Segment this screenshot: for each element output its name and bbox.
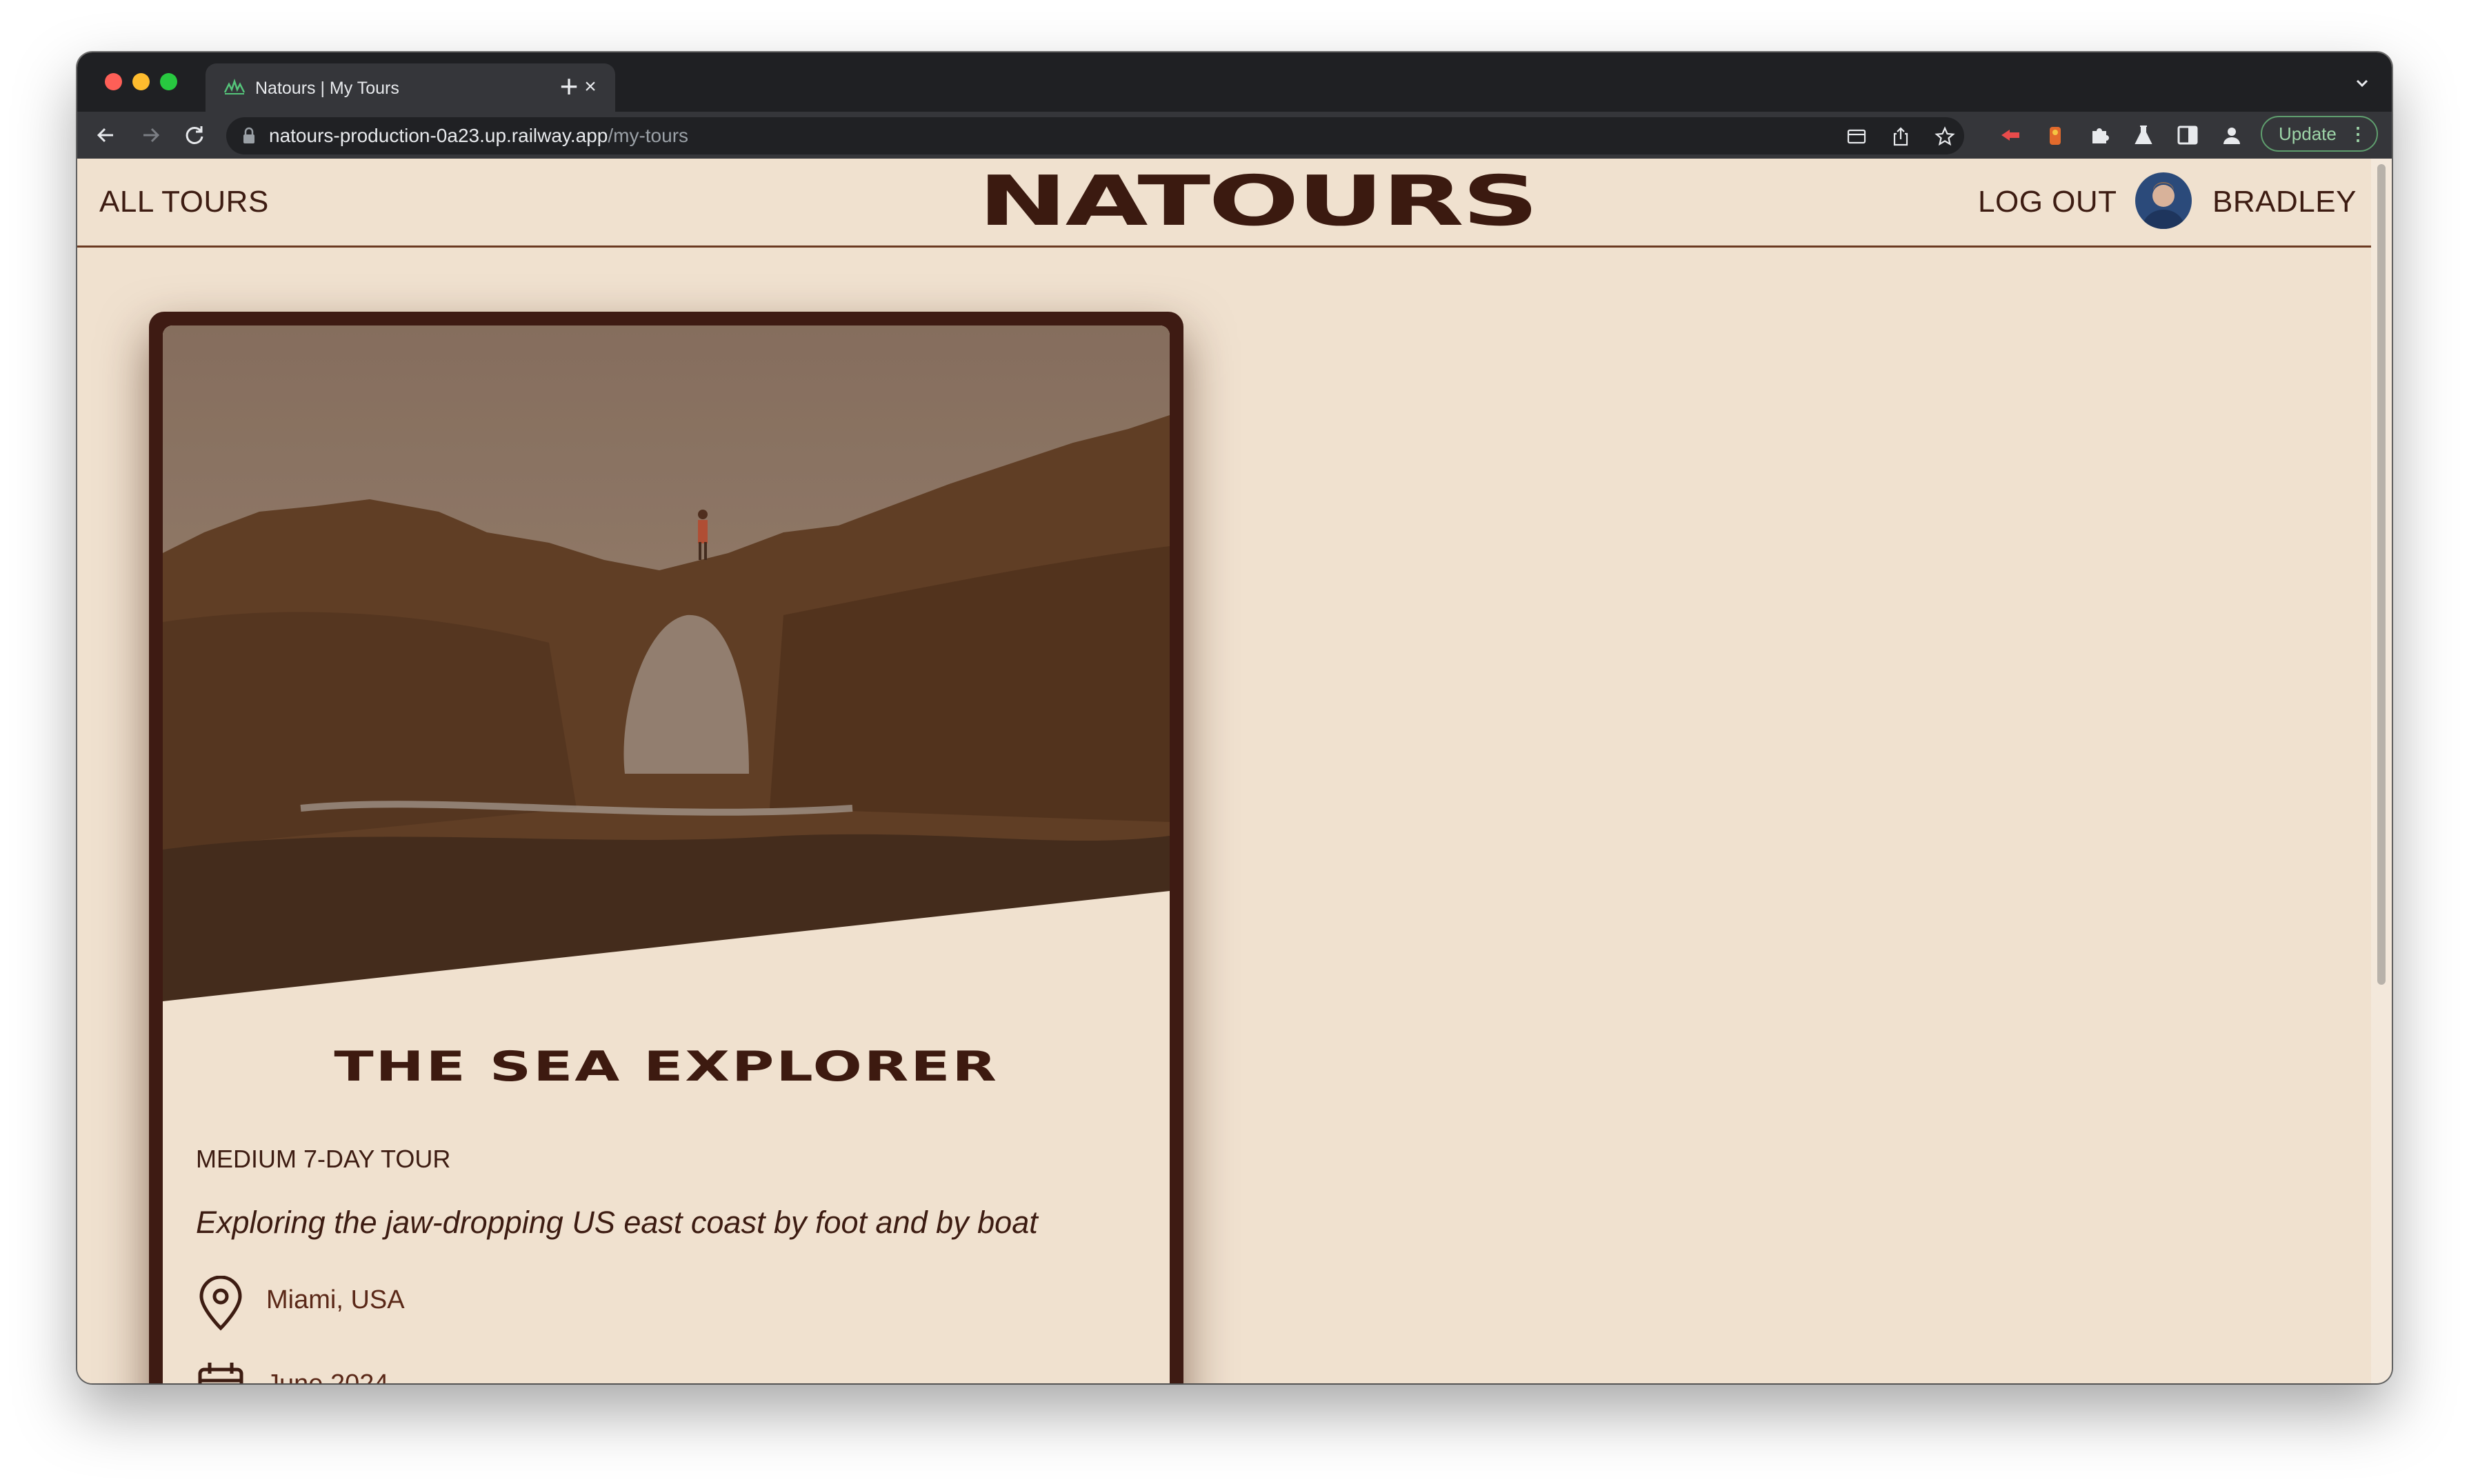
- address-bar[interactable]: natours-production-0a23.up.railway.app/m…: [226, 117, 1964, 154]
- tab-strip: Natours | My Tours × +: [77, 52, 2392, 112]
- all-tours-link[interactable]: ALL TOURS: [99, 185, 269, 219]
- tab-search-chevron-icon[interactable]: [2352, 73, 2372, 94]
- extension-red-icon[interactable]: [1999, 123, 2023, 148]
- extensions-puzzle-icon[interactable]: [2087, 123, 2112, 148]
- extension-orange-icon[interactable]: [2043, 123, 2068, 148]
- side-panel-icon[interactable]: [2175, 123, 2200, 148]
- tour-card-body: THE SEA EXPLORER MEDIUM 7-DAY TOUR Explo…: [163, 325, 1170, 1383]
- natours-logo[interactable]: NATOURS: [978, 167, 1539, 236]
- tour-date: June 2024: [266, 1370, 389, 1383]
- tab-title: Natours | My Tours: [255, 79, 399, 98]
- share-icon[interactable]: [1890, 126, 1912, 148]
- new-tab-icon[interactable]: +: [552, 69, 586, 103]
- tour-cover-image: [163, 325, 1170, 1001]
- tour-summary: Exploring the jaw-dropping US east coast…: [196, 1205, 1038, 1240]
- browser-toolbar: natours-production-0a23.up.railway.app/m…: [77, 112, 2392, 159]
- calendar-icon: [198, 1363, 243, 1383]
- site-header: ALL TOURS NATOURS LOG OUT BRADLEY: [77, 159, 2371, 248]
- tour-title: THE SEA EXPLORER: [334, 1043, 999, 1091]
- user-avatar[interactable]: [2135, 172, 2192, 229]
- page-scrollbar[interactable]: [2371, 159, 2392, 1383]
- log-out-link[interactable]: LOG OUT: [1978, 185, 2117, 219]
- profile-icon[interactable]: [2219, 123, 2244, 148]
- natours-favicon-icon: [223, 79, 246, 94]
- tour-subtitle: MEDIUM 7-DAY TOUR: [196, 1145, 451, 1173]
- bookmark-star-icon[interactable]: [1934, 126, 1956, 148]
- install-app-icon[interactable]: [1846, 126, 1868, 148]
- scrollbar-thumb[interactable]: [2377, 164, 2386, 985]
- back-arrow-icon[interactable]: [92, 121, 120, 149]
- url-text[interactable]: natours-production-0a23.up.railway.app/m…: [269, 125, 688, 147]
- page-viewport: ALL TOURS NATOURS LOG OUT BRADLEY THE SE…: [77, 159, 2371, 1383]
- lock-icon[interactable]: [241, 127, 257, 145]
- minimize-window-button[interactable]: [132, 73, 150, 90]
- maximize-window-button[interactable]: [160, 73, 177, 90]
- reload-icon[interactable]: [181, 121, 208, 149]
- close-window-button[interactable]: [105, 73, 122, 90]
- tour-card[interactable]: THE SEA EXPLORER MEDIUM 7-DAY TOUR Explo…: [149, 312, 1183, 1383]
- update-button[interactable]: Update ⋮: [2261, 116, 2378, 152]
- forward-arrow-icon[interactable]: [137, 121, 164, 149]
- more-vert-icon: ⋮: [2349, 123, 2367, 144]
- tour-location: Miami, USA: [266, 1285, 405, 1314]
- map-pin-icon: [199, 1276, 242, 1331]
- user-name-link[interactable]: BRADLEY: [2212, 185, 2357, 219]
- labs-flask-icon[interactable]: [2131, 123, 2156, 148]
- browser-window: Natours | My Tours × + natours-productio…: [77, 52, 2392, 1383]
